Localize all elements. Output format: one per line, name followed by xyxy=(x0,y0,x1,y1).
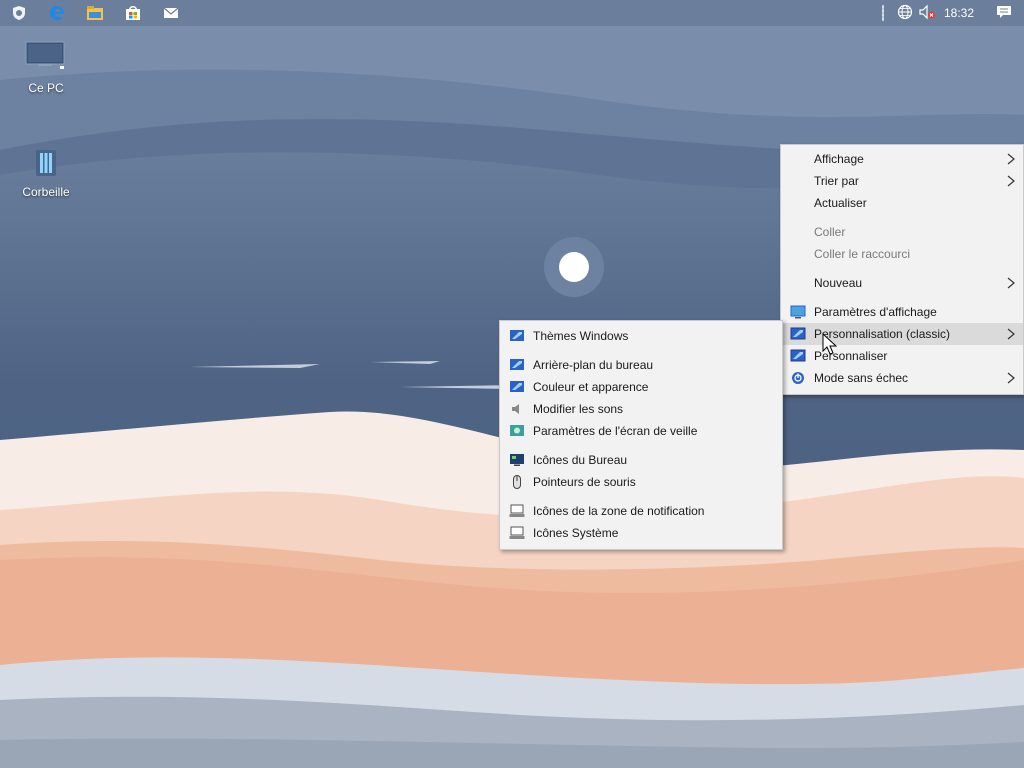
desktop-icons-icon xyxy=(510,454,524,466)
desktop-background-icon xyxy=(510,359,524,370)
color-appearance-icon xyxy=(510,381,524,392)
menu-item-personalization-classic[interactable]: Personnalisation (classic) xyxy=(781,323,1023,345)
menu-item-view[interactable]: Affichage xyxy=(781,148,1023,170)
submenu-item-desktop-background[interactable]: Arrière-plan du bureau xyxy=(500,354,782,376)
chevron-right-icon xyxy=(1007,372,1015,384)
sounds-icon xyxy=(512,404,519,414)
mail-icon xyxy=(163,6,179,20)
menu-item-label: Pointeurs de souris xyxy=(533,475,636,489)
menu-item-paste-shortcut[interactable]: Coller le raccourci xyxy=(781,243,1023,265)
menu-item-new[interactable]: Nouveau xyxy=(781,272,1023,294)
menu-item-display-settings[interactable]: Paramètres d'affichage xyxy=(781,301,1023,323)
menu-item-sort-by[interactable]: Trier par xyxy=(781,170,1023,192)
computer-icon xyxy=(24,40,68,77)
submenu-item-themes[interactable]: Thèmes Windows xyxy=(500,325,782,347)
personalization-submenu: Thèmes Windows Arrière-plan du bureau Co… xyxy=(499,320,783,550)
desktop-icon-recycle-bin[interactable]: Corbeille xyxy=(8,148,84,199)
shell-icon xyxy=(11,5,27,21)
speaker-muted-icon xyxy=(918,4,936,23)
menu-item-label: Affichage xyxy=(814,152,864,166)
edge-button[interactable] xyxy=(38,0,76,26)
menu-item-personalize[interactable]: Personnaliser xyxy=(781,345,1023,367)
edge-icon xyxy=(48,4,66,22)
themes-icon xyxy=(510,330,524,341)
globe-icon xyxy=(897,4,913,23)
menu-item-label: Couleur et apparence xyxy=(533,380,649,394)
desktop-context-menu: Affichage Trier par Actualiser Coller Co… xyxy=(780,144,1024,395)
volume-button[interactable] xyxy=(916,0,938,26)
chevron-right-icon xyxy=(1007,153,1015,165)
submenu-item-sounds[interactable]: Modifier les sons xyxy=(500,398,782,420)
menu-item-label: Trier par xyxy=(814,174,859,188)
submenu-item-mouse-pointers[interactable]: Pointeurs de souris xyxy=(500,471,782,493)
menu-separator xyxy=(781,294,1023,301)
desktop-icon-label: Corbeille xyxy=(22,185,70,199)
recycle-bin-icon xyxy=(32,148,60,181)
desktop-icon-label: Ce PC xyxy=(28,81,64,95)
submenu-item-color-appearance[interactable]: Couleur et apparence xyxy=(500,376,782,398)
submenu-item-system-icons[interactable]: Icônes Système xyxy=(500,522,782,544)
menu-separator xyxy=(500,442,782,449)
desktop[interactable]: 18:32 Ce PC Corbeille Affichage Trier pa… xyxy=(0,0,1024,768)
display-settings-icon xyxy=(790,305,806,319)
system-icons-icon xyxy=(509,526,525,539)
chevron-right-icon xyxy=(1007,277,1015,289)
menu-item-safe-mode[interactable]: Mode sans échec xyxy=(781,367,1023,389)
menu-item-refresh[interactable]: Actualiser xyxy=(781,192,1023,214)
menu-item-label: Thèmes Windows xyxy=(533,329,629,343)
mouse-cursor-icon xyxy=(822,333,838,355)
mouse-pointer-icon xyxy=(513,475,521,489)
menu-separator xyxy=(500,493,782,500)
tray-divider xyxy=(881,5,884,21)
chevron-right-icon xyxy=(1007,328,1015,340)
menu-separator xyxy=(500,347,782,354)
menu-item-label: Mode sans échec xyxy=(814,371,909,385)
submenu-item-screensaver[interactable]: Paramètres de l'écran de veille xyxy=(500,420,782,442)
menu-item-label: Icônes Système xyxy=(533,526,619,540)
start-button[interactable] xyxy=(0,0,38,26)
menu-item-label: Coller le raccourci xyxy=(814,247,911,261)
menu-item-label: Nouveau xyxy=(814,276,863,290)
menu-item-label: Icônes du Bureau xyxy=(533,453,628,467)
menu-item-label: Icônes de la zone de notification xyxy=(533,504,705,518)
menu-item-label: Arrière-plan du bureau xyxy=(533,358,654,372)
store-button[interactable] xyxy=(114,0,152,26)
menu-separator xyxy=(781,214,1023,221)
screensaver-icon xyxy=(510,425,524,436)
submenu-item-notification-icons[interactable]: Icônes de la zone de notification xyxy=(500,500,782,522)
mail-button[interactable] xyxy=(152,0,190,26)
menu-item-label: Actualiser xyxy=(814,196,867,210)
network-button[interactable] xyxy=(894,0,916,26)
menu-item-label: Paramètres de l'écran de veille xyxy=(533,424,698,438)
action-center-button[interactable] xyxy=(984,0,1024,26)
submenu-item-desktop-icons[interactable]: Icônes du Bureau xyxy=(500,449,782,471)
menu-item-paste[interactable]: Coller xyxy=(781,221,1023,243)
menu-item-label: Coller xyxy=(814,225,846,239)
clock[interactable]: 18:32 xyxy=(938,6,984,20)
store-icon xyxy=(125,5,141,21)
action-center-icon xyxy=(996,4,1012,23)
safe-mode-icon xyxy=(792,372,804,384)
personalization-icon xyxy=(790,327,806,340)
file-explorer-icon xyxy=(86,5,104,21)
taskbar: 18:32 xyxy=(0,0,1024,26)
system-tray: 18:32 xyxy=(876,0,1024,26)
desktop-icon-this-pc[interactable]: Ce PC xyxy=(8,40,84,95)
file-explorer-button[interactable] xyxy=(76,0,114,26)
notification-area-icon xyxy=(509,504,525,517)
menu-separator xyxy=(781,265,1023,272)
menu-item-label: Modifier les sons xyxy=(533,402,624,416)
menu-item-label: Paramètres d'affichage xyxy=(814,305,937,319)
personalize-icon xyxy=(790,349,806,362)
chevron-right-icon xyxy=(1007,175,1015,187)
